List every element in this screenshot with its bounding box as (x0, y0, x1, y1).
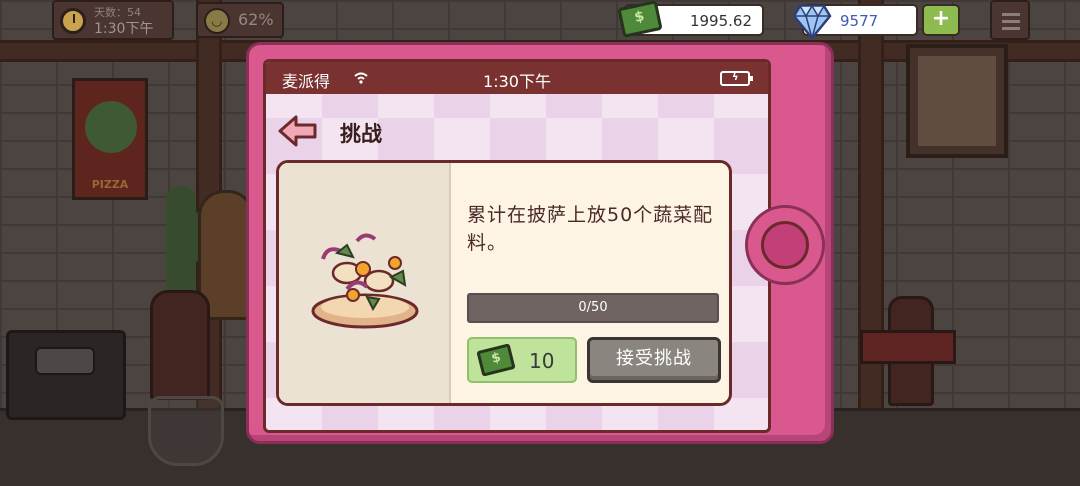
progress-text: 0/50 (578, 300, 608, 315)
mood-percent: 62% (238, 10, 274, 29)
clock-icon (60, 8, 86, 34)
status-time: 1:30下午 (483, 72, 551, 91)
smile-icon (204, 8, 230, 34)
gem-icon (792, 4, 832, 40)
challenge-image (279, 163, 451, 403)
reward-value: 10 (529, 349, 555, 373)
pizza-vegetables-icon (311, 233, 419, 329)
challenge-description: 累计在披萨上放50个蔬菜配料。 (467, 204, 714, 254)
gem-counter: 9577 (792, 4, 918, 40)
money-value: 1995.62 (689, 12, 752, 30)
money-icon (617, 0, 663, 38)
menu-icon[interactable] (990, 0, 1030, 40)
phone-status-bar: 麦派得 1:30下午 ϟ (266, 62, 768, 94)
mood-panel: 62% (196, 2, 284, 38)
cash-icon (476, 343, 516, 377)
reward-box: 10 (467, 337, 577, 383)
back-arrow-icon[interactable] (278, 114, 318, 148)
challenge-card: 累计在披萨上放50个蔬菜配料。 0/50 10 接受挑战 (276, 160, 732, 406)
screen-title: 挑战 (340, 122, 382, 146)
hud-time: 1:30下午 (94, 21, 154, 37)
battery-icon: ϟ (720, 71, 753, 86)
phone-screen: 麦派得 1:30下午 ϟ 挑战 累计在披萨上放50个蔬菜配料。 0/50 $ 1… (263, 59, 771, 433)
day-time-panel: 天数：54 1:30下午 (52, 0, 174, 40)
accept-challenge-button[interactable]: 接受挑战 (587, 337, 721, 383)
money-counter: 1995.62 (617, 0, 764, 38)
challenge-progress-bar: 0/50 (467, 293, 719, 323)
home-button[interactable] (745, 205, 825, 285)
phone-device: 麦派得 1:30下午 ϟ 挑战 累计在披萨上放50个蔬菜配料。 0/50 $ 1… (246, 42, 834, 444)
gem-value: 9577 (840, 12, 879, 30)
add-currency-button[interactable]: + (922, 4, 960, 36)
